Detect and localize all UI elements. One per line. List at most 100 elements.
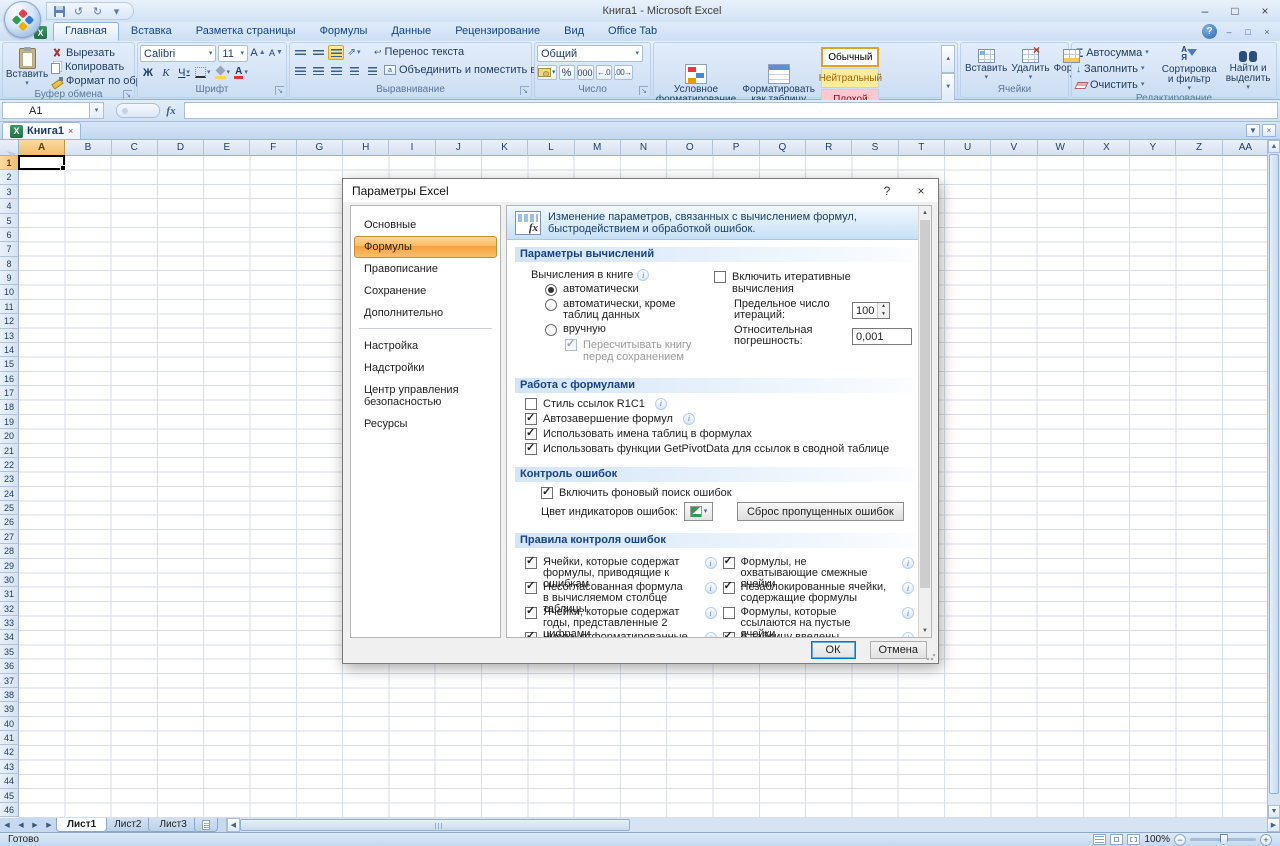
sidebar-item[interactable]: Центр управления безопасностью	[354, 379, 497, 413]
dialog-close-button[interactable]: ×	[904, 179, 938, 202]
row-header[interactable]: 2	[0, 170, 19, 184]
clear-button[interactable]: Очистить▾	[1074, 78, 1156, 92]
row-header[interactable]: 13	[0, 329, 19, 343]
max-iterations-spinner[interactable]: 100 ▲▼	[852, 302, 890, 319]
row-header[interactable]: 43	[0, 760, 19, 774]
grow-font-button[interactable]: A▲	[250, 45, 266, 60]
dialog-scroll-thumb[interactable]	[920, 220, 930, 588]
column-header[interactable]: A	[19, 140, 65, 156]
bold-button[interactable]: Ж	[140, 65, 156, 80]
paste-button[interactable]: Вставить ▾	[5, 45, 49, 89]
dialog-scrollbar[interactable]: ▲ ▼	[918, 206, 931, 637]
row-header[interactable]: 27	[0, 530, 19, 544]
row-header[interactable]: 10	[0, 285, 19, 299]
undo-button[interactable]: ↺	[70, 4, 87, 19]
column-header[interactable]: Y	[1130, 140, 1176, 156]
fill-color-button[interactable]: ▾	[214, 65, 232, 80]
gallery-up-button[interactable]: ▲	[941, 45, 955, 73]
column-header[interactable]: T	[899, 140, 945, 156]
formula-bar-splitter[interactable]	[116, 103, 160, 118]
rule-checkbox-option[interactable]: В таблицу введены недопустимые данные i	[723, 632, 915, 637]
zoom-slider-thumb[interactable]	[1220, 834, 1228, 845]
row-header[interactable]: 33	[0, 616, 19, 630]
row-header[interactable]: 40	[0, 717, 19, 731]
column-header[interactable]: E	[204, 140, 250, 156]
close-button[interactable]: ×	[1250, 1, 1280, 22]
qat-customize-button[interactable]: ▾	[108, 4, 125, 19]
name-box-dropdown[interactable]: ▾	[90, 102, 104, 119]
dialog-title-bar[interactable]: Параметры Excel ? ×	[343, 179, 938, 202]
row-header[interactable]: 36	[0, 659, 19, 673]
column-header[interactable]: X	[1084, 140, 1130, 156]
column-header[interactable]: V	[991, 140, 1037, 156]
ribbon-tab[interactable]: Office Tab	[596, 22, 669, 41]
orientation-button[interactable]: ⇗▾	[346, 45, 362, 60]
row-header[interactable]: 4	[0, 199, 19, 213]
scroll-down-icon[interactable]: ▼	[1268, 805, 1280, 818]
row-header[interactable]: 19	[0, 415, 19, 429]
error-indicator-color-button[interactable]: ▾	[684, 502, 713, 521]
minimize-button[interactable]: –	[1190, 1, 1220, 22]
cancel-button[interactable]: Отмена	[870, 641, 927, 659]
close-tab-icon[interactable]: ×	[68, 126, 73, 136]
column-header[interactable]: D	[158, 140, 204, 156]
scroll-up-icon[interactable]: ▲	[1268, 140, 1280, 153]
close-all-tabs-button[interactable]: ×	[1262, 124, 1276, 137]
align-middle-button[interactable]	[310, 45, 326, 60]
column-header[interactable]: L	[528, 140, 574, 156]
checkbox-option[interactable]: Использовать функции GetPivotData для сс…	[525, 443, 918, 455]
row-header[interactable]: 17	[0, 386, 19, 400]
delete-cells-button[interactable]: Удалить▾	[1009, 45, 1051, 84]
align-center-button[interactable]	[310, 63, 326, 78]
page-layout-view-button[interactable]	[1110, 834, 1123, 845]
document-tab[interactable]: Книга1 ×	[2, 122, 81, 139]
row-header[interactable]: 45	[0, 789, 19, 803]
sidebar-item[interactable]: Дополнительно	[354, 302, 497, 324]
column-header[interactable]: K	[482, 140, 528, 156]
sheet-tab[interactable]: Лист1	[56, 818, 107, 832]
dialog-launcher-icon[interactable]: ↘	[639, 86, 648, 95]
font-color-button[interactable]: А▾	[233, 65, 249, 80]
fill-button[interactable]: ↓Заполнить▾	[1074, 62, 1156, 76]
sort-filter-button[interactable]: АЯ Сортировка и фильтр ▾	[1160, 45, 1218, 93]
row-header[interactable]: 18	[0, 400, 19, 414]
background-error-checking-checkbox[interactable]: Включить фоновый поиск ошибок	[541, 487, 918, 499]
row-header[interactable]: 5	[0, 214, 19, 228]
column-header[interactable]: AA	[1223, 140, 1267, 156]
dialog-scroll-down-icon[interactable]: ▼	[919, 624, 931, 637]
row-header[interactable]: 34	[0, 630, 19, 644]
dialog-launcher-icon[interactable]: ↘	[275, 86, 284, 95]
spin-down-icon[interactable]: ▼	[878, 310, 889, 318]
last-sheet-button[interactable]: ▶	[42, 818, 56, 832]
ribbon-tab[interactable]: Вставка	[119, 22, 184, 41]
align-bottom-button[interactable]	[328, 45, 344, 60]
row-header[interactable]: 1	[0, 156, 19, 170]
increase-decimal-button[interactable]: ←.0	[596, 65, 612, 80]
row-header[interactable]: 21	[0, 444, 19, 458]
sheet-tab[interactable]: Лист2	[103, 818, 152, 832]
column-header[interactable]: I	[389, 140, 435, 156]
column-header[interactable]: F	[250, 140, 296, 156]
row-header[interactable]: 14	[0, 343, 19, 357]
row-header[interactable]: 3	[0, 185, 19, 199]
dialog-scroll-up-icon[interactable]: ▲	[919, 206, 931, 219]
row-header[interactable]: 8	[0, 257, 19, 271]
italic-button[interactable]: К	[158, 65, 174, 80]
insert-worksheet-button[interactable]	[194, 818, 218, 832]
ribbon-tab[interactable]: Вид	[552, 22, 596, 41]
zoom-in-button[interactable]: +	[1260, 834, 1272, 846]
align-right-button[interactable]	[328, 63, 344, 78]
zoom-level[interactable]: 100%	[1144, 834, 1170, 845]
dialog-launcher-icon[interactable]: ↘	[520, 86, 529, 95]
save-button[interactable]	[51, 4, 68, 19]
ribbon-tab[interactable]: Рецензирование	[443, 22, 552, 41]
row-header[interactable]: 24	[0, 487, 19, 501]
sidebar-item[interactable]: Сохранение	[354, 280, 497, 302]
row-header[interactable]: 29	[0, 559, 19, 573]
row-header[interactable]: 9	[0, 271, 19, 285]
row-header[interactable]: 44	[0, 774, 19, 788]
sidebar-item[interactable]: Основные	[354, 214, 497, 236]
row-header[interactable]: 16	[0, 372, 19, 386]
previous-sheet-button[interactable]: ◀	[14, 818, 28, 832]
row-header[interactable]: 41	[0, 731, 19, 745]
